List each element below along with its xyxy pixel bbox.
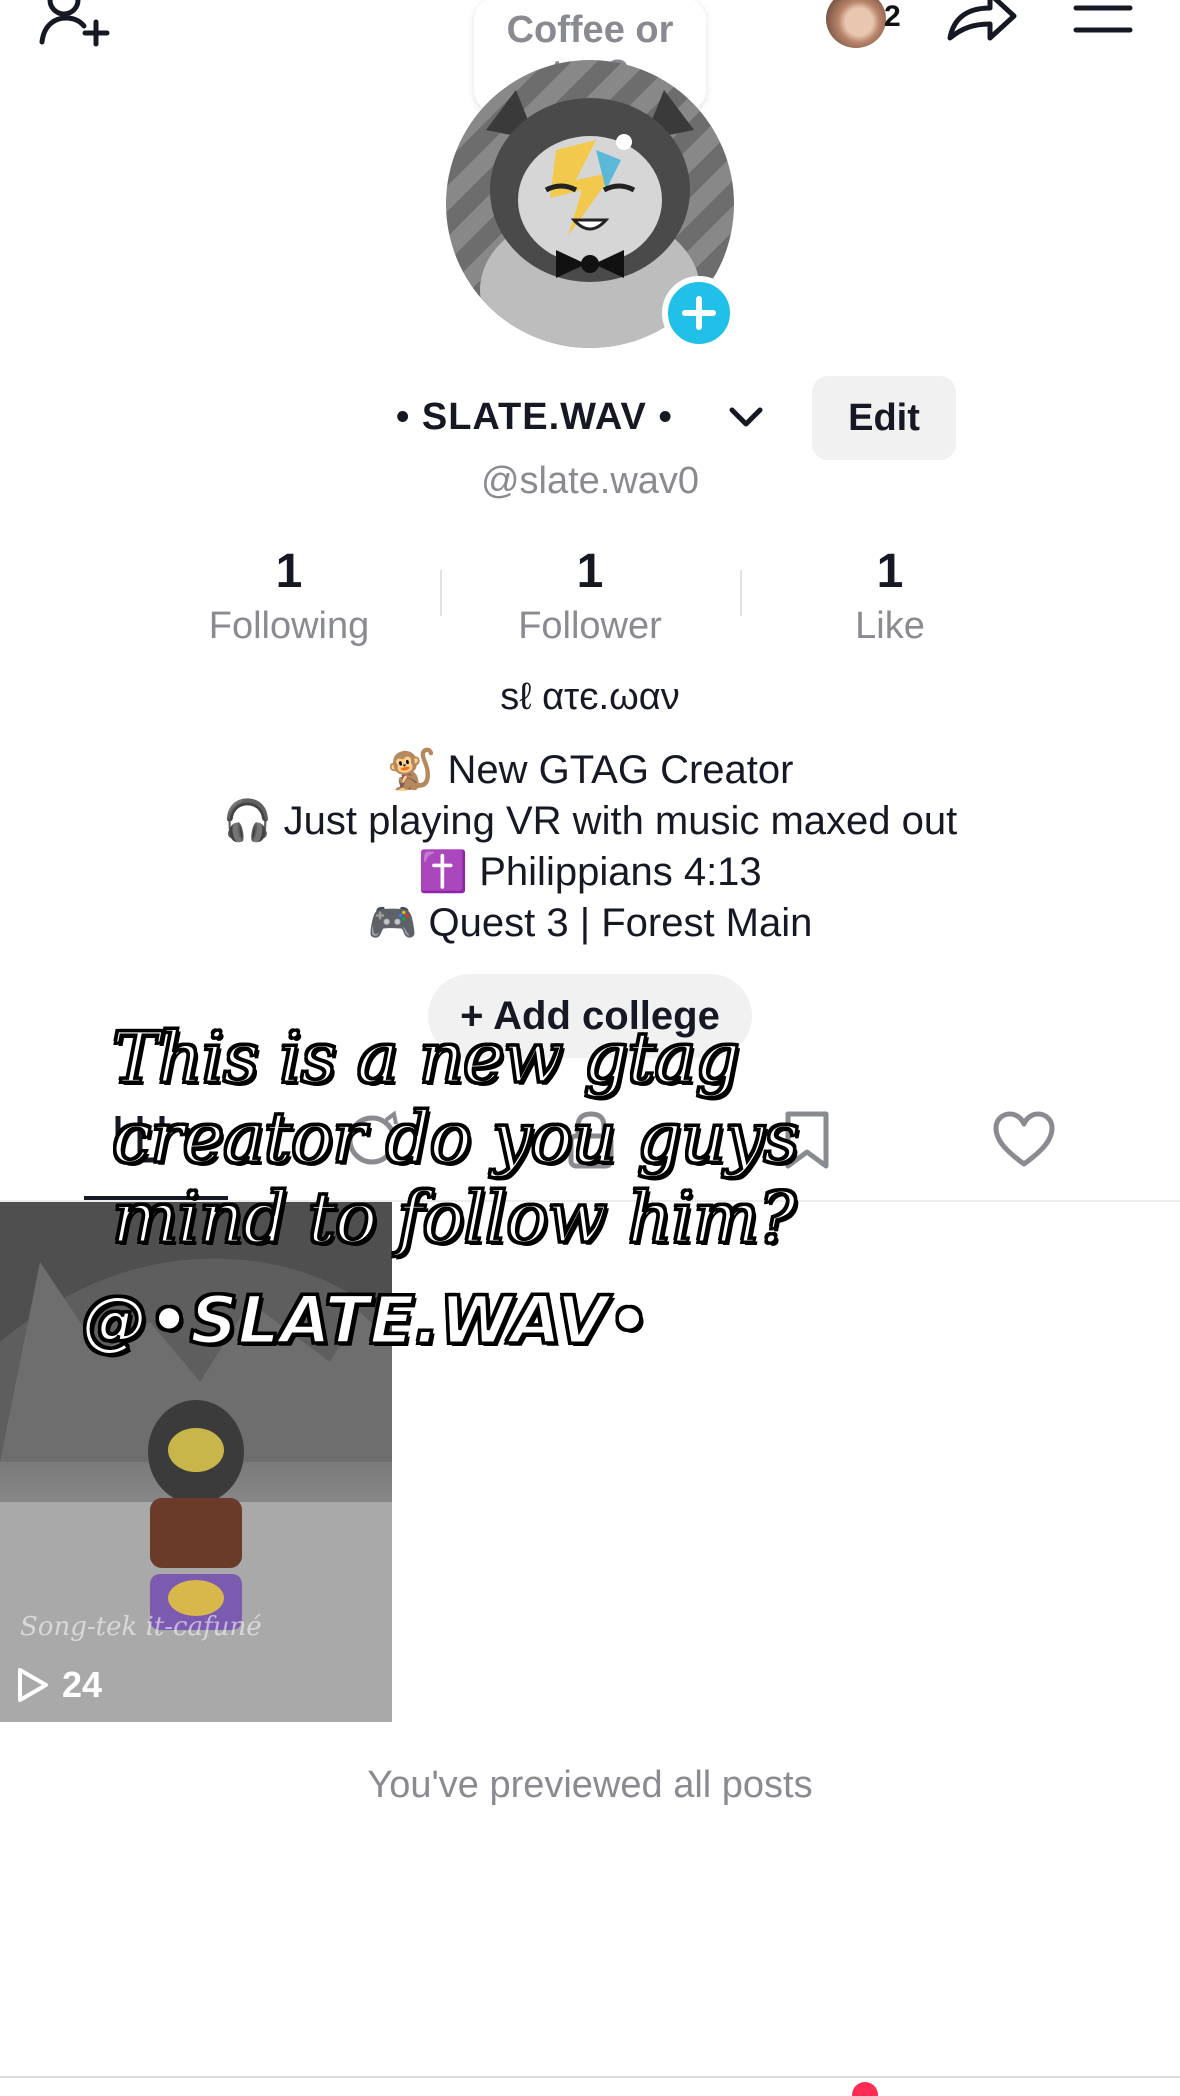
- stat-value: 1: [275, 545, 303, 598]
- add-friend-icon[interactable]: [38, 0, 118, 50]
- plus-icon: [682, 296, 716, 330]
- account-count: 2: [884, 0, 901, 33]
- play-icon: [18, 1668, 48, 1702]
- play-count-value: 24: [62, 1664, 103, 1705]
- bottom-nav-divider: [0, 2076, 1180, 2078]
- stat-label: Like: [855, 605, 925, 647]
- menu-icon[interactable]: [1070, 0, 1136, 44]
- overlay-caption: This is a new gtag creator do you guys m…: [111, 1017, 801, 1260]
- previewed-all-posts: You've previewed all posts: [367, 1764, 813, 1806]
- notification-dot: [852, 2082, 878, 2096]
- stat-label: Follower: [518, 605, 662, 647]
- play-count: 24: [16, 1664, 102, 1706]
- stat-value: 1: [876, 545, 904, 598]
- stat-label: Following: [208, 605, 370, 647]
- edit-profile-button[interactable]: Edit: [812, 376, 956, 460]
- add-story-button[interactable]: [662, 276, 736, 350]
- stat-followers[interactable]: 1 Follower: [440, 544, 740, 648]
- chevron-down-icon[interactable]: [726, 400, 766, 436]
- display-name[interactable]: • SLATE.WAV •: [396, 396, 673, 439]
- overlay-mention: @•SLATE.WAV•: [80, 1281, 651, 1361]
- username: @slate.wav0: [480, 460, 700, 502]
- account-switcher[interactable]: 2: [826, 0, 902, 48]
- video-thumbnail[interactable]: Song-tek it-cafuné 24: [0, 1202, 392, 1722]
- video-watermark: Song-tek it-cafuné: [20, 1612, 262, 1642]
- thumbnail-scene: [0, 1202, 392, 1722]
- bio-line: ✝️ Philippians 4:13: [418, 850, 762, 894]
- bio-line: 🎮 Quest 3 | Forest Main: [367, 901, 813, 945]
- tab-liked[interactable]: [992, 1110, 1056, 1175]
- bio-title: sℓ ατє.ωαν: [500, 676, 680, 718]
- bubble-tail: [616, 134, 632, 150]
- stat-value: 1: [576, 545, 604, 598]
- share-icon[interactable]: [944, 0, 1020, 50]
- account-avatar: [826, 0, 886, 48]
- heart-icon: [993, 1111, 1055, 1167]
- stat-following[interactable]: 1 Following: [139, 544, 439, 648]
- bio-line: 🐒 New GTAG Creator: [386, 748, 794, 792]
- stat-likes[interactable]: 1 Like: [740, 544, 1040, 648]
- bio-line: 🎧 Just playing VR with music maxed out: [222, 799, 958, 843]
